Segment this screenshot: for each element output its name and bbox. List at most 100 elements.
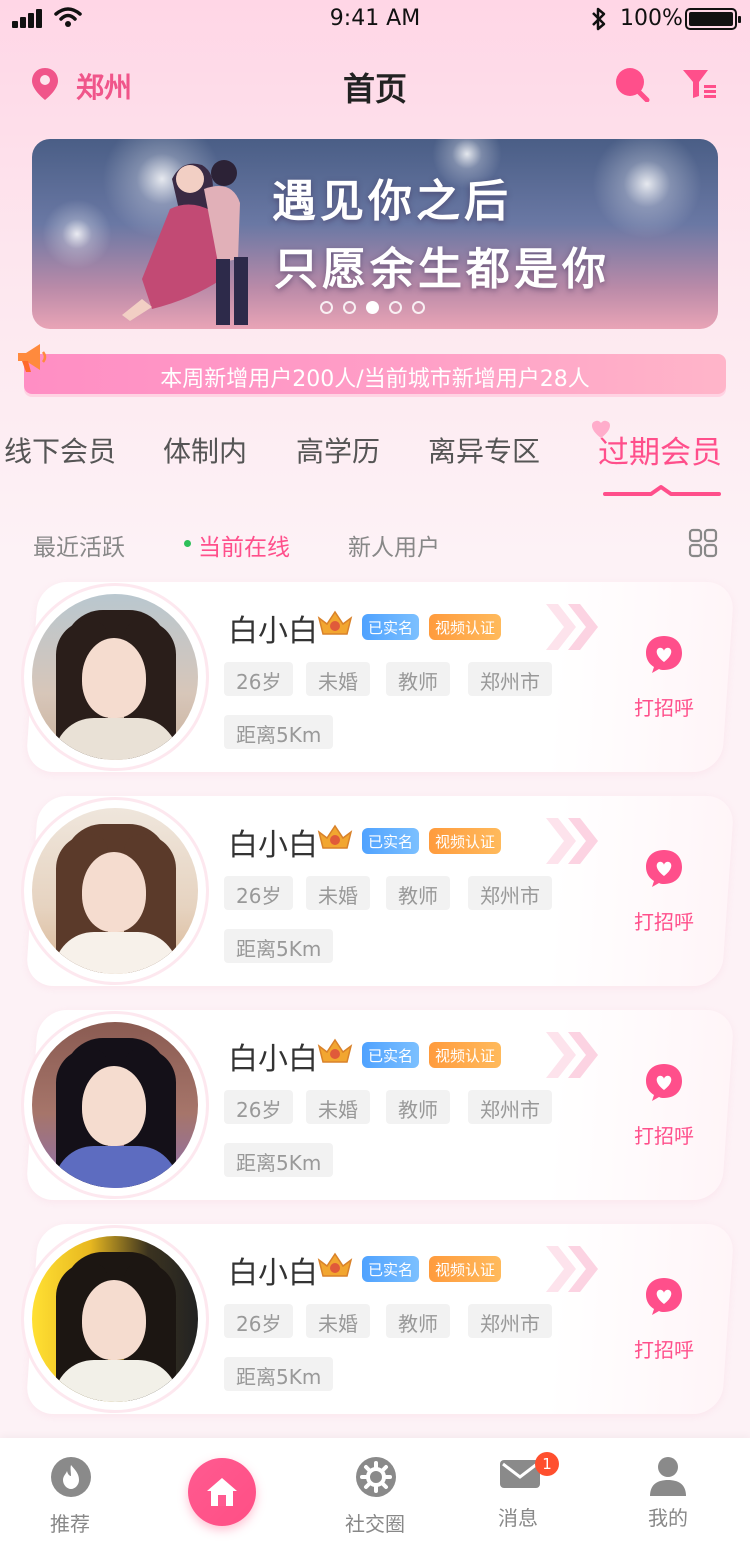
- greet-button[interactable]: 打招呼: [634, 906, 694, 935]
- user-card[interactable]: 白小白 已实名 视频认证 26岁 未婚 教师 郑州市 距离5Km 打招呼: [24, 796, 735, 986]
- tag-marital-status: 未婚: [306, 662, 370, 696]
- category-tabs: 线下会员 体制内 高学历 离异专区 过期会员: [0, 420, 750, 496]
- subtab-new-users[interactable]: 新人用户: [348, 528, 440, 562]
- couple-illustration: [122, 160, 248, 325]
- heart-chat-icon[interactable]: [644, 848, 684, 888]
- tag-age: 26岁: [224, 876, 294, 910]
- carousel-dot[interactable]: [343, 301, 356, 314]
- bottom-navigation: 推荐 社交圈 消息 1 我的: [0, 1438, 750, 1548]
- tag-age: 26岁: [224, 1090, 294, 1124]
- tag-marital-status: 未婚: [306, 1090, 370, 1124]
- tag-occupation: 教师: [386, 1090, 450, 1124]
- crown-badge-icon: [317, 1038, 353, 1063]
- firework-decoration: [592, 139, 702, 239]
- carousel-dot[interactable]: [389, 301, 402, 314]
- nav-social[interactable]: 社交圈: [315, 1438, 435, 1548]
- carousel-indicator: [320, 299, 435, 314]
- carousel-dot[interactable]: [320, 301, 333, 314]
- unread-count-badge: 1: [535, 1452, 559, 1476]
- heart-chat-icon[interactable]: [644, 1276, 684, 1316]
- avatar[interactable]: [32, 1236, 198, 1402]
- nav-messages[interactable]: 消息: [458, 1438, 578, 1548]
- banner-headline: 遇见你之后: [272, 176, 512, 227]
- home-icon: [207, 1478, 237, 1506]
- tag-marital-status: 未婚: [306, 1304, 370, 1338]
- greet-button[interactable]: 打招呼: [634, 1120, 694, 1149]
- chevrons-decoration-icon: [546, 818, 598, 864]
- battery-percent: 100%: [620, 6, 683, 31]
- chevrons-decoration-icon: [546, 604, 598, 650]
- avatar[interactable]: [32, 808, 198, 974]
- active-tab-indicator: [603, 485, 721, 496]
- heart-chat-icon[interactable]: [644, 634, 684, 674]
- tag-age: 26岁: [224, 662, 294, 696]
- user-card[interactable]: 白小白 已实名 视频认证 26岁 未婚 教师 郑州市 距离5Km 打招呼: [24, 1224, 735, 1414]
- flame-icon: [51, 1457, 91, 1497]
- verified-badge: 已实名: [362, 1256, 420, 1282]
- gear-icon: [356, 1457, 396, 1497]
- user-name: 白小白: [228, 1256, 318, 1291]
- nav-label-recommend: 推荐: [50, 1512, 90, 1536]
- tag-occupation: 教师: [386, 1304, 450, 1338]
- tab-offline-member[interactable]: 线下会员: [4, 430, 116, 470]
- nav-label-messages: 消息: [498, 1506, 538, 1530]
- user-card[interactable]: 白小白 已实名 视频认证 26岁 未婚 教师 郑州市 距离5Km 打招呼: [24, 582, 735, 772]
- firework-decoration: [42, 199, 112, 269]
- verified-badge: 已实名: [362, 1042, 420, 1068]
- tab-expired-member[interactable]: 过期会员: [598, 427, 722, 472]
- online-status-dot: [184, 540, 191, 547]
- avatar-frame: [24, 1228, 206, 1410]
- tab-divorced[interactable]: 离异专区: [428, 430, 540, 470]
- tag-city: 郑州市: [468, 1090, 552, 1124]
- nav-recommend[interactable]: 推荐: [10, 1438, 130, 1548]
- video-verified-badge: 视频认证: [429, 828, 502, 854]
- tag-distance: 距离5Km: [224, 715, 334, 749]
- video-verified-badge: 视频认证: [429, 614, 502, 640]
- tag-marital-status: 未婚: [306, 876, 370, 910]
- banner-subheadline: 只愿余生都是你: [274, 244, 610, 295]
- heart-sparkle-icon: [591, 420, 611, 438]
- avatar[interactable]: [32, 1022, 198, 1188]
- crown-badge-icon: [317, 610, 353, 635]
- tag-distance: 距离5Km: [224, 929, 334, 963]
- crown-badge-icon: [317, 1252, 353, 1277]
- user-name: 白小白: [228, 614, 318, 649]
- nav-label-social: 社交圈: [345, 1512, 405, 1536]
- grid-view-icon[interactable]: [688, 528, 718, 558]
- user-name: 白小白: [228, 828, 318, 863]
- carousel-dot[interactable]: [412, 301, 425, 314]
- verified-badge: 已实名: [362, 614, 420, 640]
- avatar[interactable]: [32, 594, 198, 760]
- greet-button[interactable]: 打招呼: [634, 1334, 694, 1363]
- subtab-online-now[interactable]: 当前在线: [198, 528, 290, 562]
- search-icon[interactable]: [614, 66, 650, 102]
- user-icon: [650, 1457, 686, 1496]
- carousel-dot-active[interactable]: [366, 301, 379, 314]
- status-bar: 9:41 AM 100%: [0, 0, 750, 40]
- tag-occupation: 教师: [386, 662, 450, 696]
- bluetooth-icon: [592, 7, 606, 31]
- chevrons-decoration-icon: [546, 1246, 598, 1292]
- promo-banner[interactable]: 遇见你之后 只愿余生都是你: [32, 139, 718, 329]
- announcement-bar: 本周新增用户200人/当前城市新增用户28人: [24, 354, 726, 394]
- crown-badge-icon: [317, 824, 353, 849]
- subtab-recent-active[interactable]: 最近活跃: [33, 528, 125, 562]
- filter-icon[interactable]: [682, 68, 718, 100]
- tab-high-education[interactable]: 高学历: [296, 430, 380, 470]
- tag-age: 26岁: [224, 1304, 294, 1338]
- megaphone-icon: [18, 344, 47, 372]
- heart-chat-icon[interactable]: [644, 1062, 684, 1102]
- nav-label-profile: 我的: [648, 1506, 688, 1530]
- filter-subtabs: 最近活跃 当前在线 新人用户: [0, 528, 750, 568]
- greet-button[interactable]: 打招呼: [634, 692, 694, 721]
- nav-home[interactable]: [188, 1458, 256, 1526]
- tag-distance: 距离5Km: [224, 1143, 334, 1177]
- avatar-frame: [24, 800, 206, 982]
- tag-city: 郑州市: [468, 662, 552, 696]
- user-name: 白小白: [228, 1042, 318, 1077]
- tag-distance: 距离5Km: [224, 1357, 334, 1391]
- tab-civil-service[interactable]: 体制内: [163, 430, 247, 470]
- nav-profile[interactable]: 我的: [608, 1438, 728, 1548]
- avatar-frame: [24, 586, 206, 768]
- user-card[interactable]: 白小白 已实名 视频认证 26岁 未婚 教师 郑州市 距离5Km 打招呼: [24, 1010, 735, 1200]
